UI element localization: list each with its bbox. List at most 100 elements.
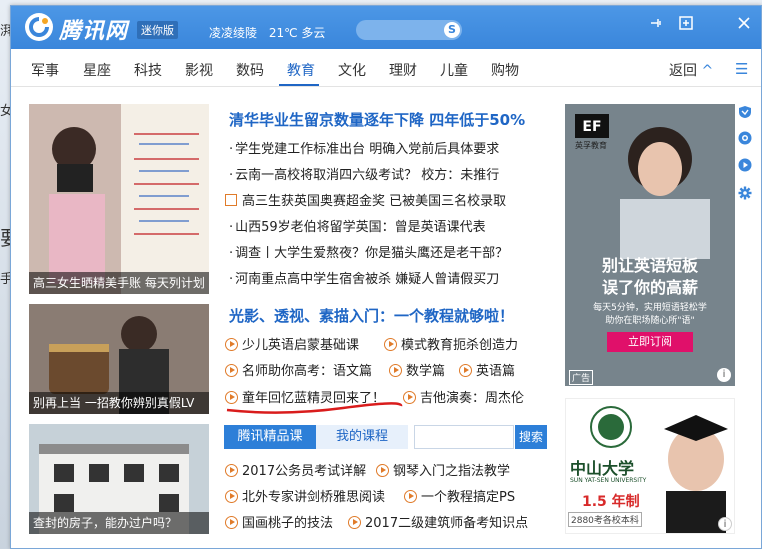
video-title: 一个教程搞定PS bbox=[421, 490, 516, 505]
nav-item-film[interactable]: 影视 bbox=[185, 60, 213, 80]
video-title: 2017公务员考试详解 bbox=[242, 464, 367, 479]
city-name: 凌凌绫陵 bbox=[209, 26, 258, 40]
weather-desc: 多云 bbox=[301, 26, 326, 40]
nav-item-horoscope[interactable]: 星座 bbox=[83, 60, 111, 80]
course-search-input[interactable] bbox=[414, 425, 514, 449]
play-icon[interactable] bbox=[738, 157, 752, 172]
video-title: 英语篇 bbox=[476, 364, 516, 379]
play-icon bbox=[348, 516, 361, 529]
play-icon bbox=[225, 338, 238, 351]
nav-item-education[interactable]: 教育 bbox=[287, 60, 315, 80]
video-item[interactable]: 2017公务员考试详解 bbox=[225, 460, 366, 479]
play-icon bbox=[403, 391, 416, 404]
photo-caption: 查封的房子，能办过户吗？ bbox=[29, 512, 209, 534]
info-icon[interactable]: i bbox=[717, 368, 731, 382]
maximize-icon[interactable] bbox=[676, 15, 696, 35]
video-item[interactable]: 北外专家讲剑桥雅思阅读 bbox=[225, 486, 385, 505]
nav-item-culture[interactable]: 文化 bbox=[338, 60, 366, 80]
gear-icon[interactable] bbox=[738, 185, 752, 200]
list-item[interactable]: · 河南重点高中学生宿舍被杀 嫌疑人曾请假买刀 bbox=[229, 268, 499, 287]
list-item-text: 高三生获英国奥赛超金奖 已被美国三名校录取 bbox=[242, 194, 507, 209]
video-title: 钢琴入门之指法教学 bbox=[393, 464, 511, 479]
svg-text:EF: EF bbox=[582, 119, 601, 135]
video-item[interactable]: 吉他演奏：周杰伦 bbox=[403, 387, 524, 406]
video-item[interactable]: 模式教育扼杀创造力 bbox=[384, 334, 518, 353]
shield-icon[interactable] bbox=[738, 104, 752, 118]
section2-headline[interactable]: 光影、透视、素描入门：一个教程就够啦！ bbox=[229, 305, 514, 326]
tencent-logo-icon bbox=[25, 13, 53, 41]
journal-image bbox=[29, 104, 209, 294]
chart-icon bbox=[225, 194, 237, 206]
pin-icon[interactable] bbox=[646, 15, 666, 35]
play-icon bbox=[404, 490, 417, 503]
video-item[interactable]: 国画桃子的技法 bbox=[225, 512, 333, 531]
search-icon[interactable]: S bbox=[444, 22, 460, 38]
ad-sysu-school: 中山大学 bbox=[570, 459, 635, 478]
tab-my-courses[interactable]: 我的课程 bbox=[316, 425, 408, 449]
ad-badge: 广告 bbox=[569, 370, 594, 385]
chevron-up-icon: ^ bbox=[701, 63, 714, 79]
section1-headline[interactable]: 清华毕业生留京数量逐年下降 四年低于50% bbox=[229, 109, 525, 130]
search-input[interactable]: S bbox=[356, 20, 462, 40]
brand-title: 腾讯网 bbox=[59, 19, 129, 44]
photo-caption: 高三女生晒精美手账 每天列计划 bbox=[29, 272, 209, 294]
video-item[interactable]: 少儿英语启蒙基础课 bbox=[225, 334, 359, 353]
list-item-text: 山西59岁老伯将留学英国：曾是英语课代表 bbox=[235, 220, 486, 235]
compass-icon[interactable] bbox=[738, 130, 752, 145]
list-item-text: 调查丨大学生爱熬夜？你是猫头鹰还是老干部？ bbox=[235, 246, 509, 261]
ad-sysu-school-en: SUN YAT-SEN UNIVERSITY bbox=[570, 477, 647, 484]
list-item[interactable]: · 调查丨大学生爱熬夜？你是猫头鹰还是老干部？ bbox=[229, 242, 508, 261]
ad-ef-title-1: 别让英语短板 bbox=[601, 256, 698, 275]
list-item[interactable]: 高三生获英国奥赛超金奖 已被美国三名校录取 bbox=[225, 190, 506, 209]
nav-item-military[interactable]: 军事 bbox=[31, 60, 59, 80]
close-icon[interactable] bbox=[734, 15, 754, 35]
tab-tencent-courses[interactable]: 腾讯精品课 bbox=[224, 425, 316, 449]
back-button[interactable]: 返回 ^ bbox=[669, 60, 713, 80]
video-title: 国画桃子的技法 bbox=[242, 516, 334, 531]
menu-icon[interactable]: ☰ bbox=[735, 60, 748, 78]
ad-sysu-years: 1.5 年制 bbox=[582, 494, 640, 510]
list-item[interactable]: · 云南一高校将取消四六级考试？ 校方：未推行 bbox=[229, 164, 499, 183]
video-item[interactable]: 2017二级建筑师备考知识点 bbox=[348, 512, 528, 531]
photo-caption: 别再上当 一招教你辨别真假LV bbox=[29, 392, 209, 414]
video-item[interactable]: 名师助你高考：语文篇 bbox=[225, 360, 372, 379]
video-item[interactable]: 数学篇 bbox=[389, 360, 445, 379]
video-item[interactable]: 英语篇 bbox=[459, 360, 515, 379]
title-bar[interactable]: 腾讯网 迷你版 凌凌绫陵 21℃ 多云 S bbox=[11, 6, 761, 49]
mini-news-window: 腾讯网 迷你版 凌凌绫陵 21℃ 多云 S 军事 星座 科技 影视 数码 教育 … bbox=[10, 5, 762, 549]
nav-item-digital[interactable]: 数码 bbox=[236, 60, 264, 80]
play-icon bbox=[389, 364, 402, 377]
ad-sysu-note: 2880考各校本科 bbox=[568, 512, 642, 527]
ad-sysu[interactable]: 中山大学 SUN YAT-SEN UNIVERSITY 1.5 年制 2880考… bbox=[565, 398, 735, 534]
video-item[interactable]: 钢琴入门之指法教学 bbox=[376, 460, 510, 479]
video-title: 北外专家讲剑桥雅思阅读 bbox=[242, 490, 386, 505]
mini-version-tag: 迷你版 bbox=[137, 21, 178, 39]
ad-ef-sub-1: 每天5分钟，实用短语轻松学 bbox=[593, 303, 707, 313]
photo-lv[interactable]: 别再上当 一招教你辨别真假LV bbox=[29, 304, 209, 414]
info-icon[interactable]: i bbox=[718, 517, 732, 531]
play-icon bbox=[225, 516, 238, 529]
nav-item-shopping[interactable]: 购物 bbox=[491, 60, 519, 80]
photo-journal[interactable]: 高三女生晒精美手账 每天列计划 bbox=[29, 104, 209, 294]
weather-info[interactable]: 凌凌绫陵 21℃ 多云 bbox=[209, 24, 325, 41]
list-item-text: 云南一高校将取消四六级考试？ 校方：未推行 bbox=[235, 168, 500, 183]
nav-item-finance[interactable]: 理财 bbox=[389, 60, 417, 80]
list-item-text: 河南重点高中学生宿舍被杀 嫌疑人曾请假买刀 bbox=[235, 272, 500, 287]
video-title: 2017二级建筑师备考知识点 bbox=[365, 516, 529, 531]
ad-ef-english[interactable]: EF 英孚教育 别让英语短板 误了你的高薪 每天5分钟，实用短语轻松学 助你在职… bbox=[565, 104, 735, 386]
video-title: 少儿英语启蒙基础课 bbox=[242, 338, 360, 353]
back-label: 返回 bbox=[669, 63, 697, 79]
photo-house[interactable]: 查封的房子，能办过户吗？ bbox=[29, 424, 209, 534]
video-item[interactable]: 一个教程搞定PS bbox=[404, 486, 515, 505]
list-item[interactable]: · 山西59岁老伯将留学英国：曾是英语课代表 bbox=[229, 216, 486, 235]
video-title: 吉他演奏：周杰伦 bbox=[420, 391, 525, 406]
list-item[interactable]: · 学生党建工作标准出台 明确入党前后具体要求 bbox=[229, 138, 499, 157]
ad-ef-subscribe-button[interactable]: 立即订阅 bbox=[607, 332, 693, 352]
video-title: 数学篇 bbox=[406, 364, 446, 379]
nav-item-children[interactable]: 儿童 bbox=[440, 60, 468, 80]
play-icon bbox=[225, 490, 238, 503]
video-title: 模式教育扼杀创造力 bbox=[401, 338, 519, 353]
course-search-button[interactable]: 搜索 bbox=[515, 425, 547, 449]
ad-ef-title-2: 误了你的高薪 bbox=[601, 278, 698, 297]
nav-item-tech[interactable]: 科技 bbox=[134, 60, 162, 80]
